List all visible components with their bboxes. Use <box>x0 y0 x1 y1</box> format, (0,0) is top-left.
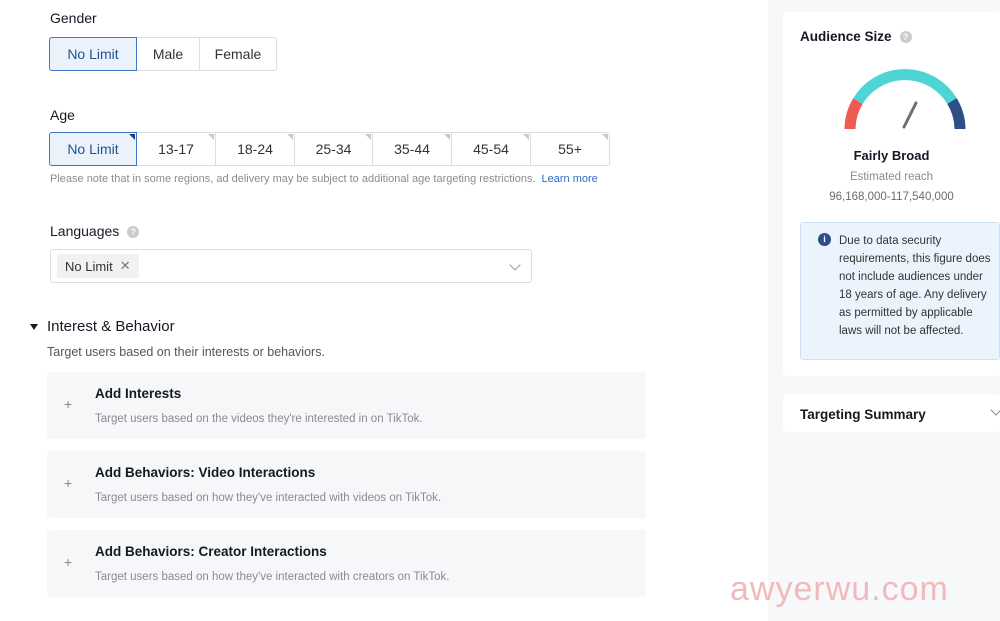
language-tag: No Limit ✕ <box>57 254 139 278</box>
corner-mark-icon <box>444 134 450 140</box>
plus-icon: + <box>64 554 73 570</box>
corner-mark-icon <box>129 134 135 140</box>
languages-select[interactable]: No Limit ✕ <box>50 249 532 283</box>
corner-mark-icon <box>208 134 214 140</box>
card-subtitle: Target users based on how they've intera… <box>95 492 442 504</box>
info-icon: i <box>818 233 831 246</box>
age-restriction-note: Please note that in some regions, ad del… <box>50 173 598 185</box>
audience-level: Fairly Broad <box>853 148 930 163</box>
add-video-interactions-card[interactable]: + Add Behaviors: Video Interactions Targ… <box>47 451 646 518</box>
card-title: Add Behaviors: Video Interactions <box>95 465 316 480</box>
data-security-notice: i Due to data security requirements, thi… <box>800 222 1000 360</box>
chevron-down-icon[interactable] <box>990 404 1000 416</box>
corner-mark-icon <box>523 134 529 140</box>
gender-option-female[interactable]: Female <box>199 37 277 71</box>
learn-more-link[interactable]: Learn more <box>542 173 598 185</box>
interest-behavior-toggle[interactable]: Interest & Behavior <box>30 318 175 335</box>
interest-behavior-title: Interest & Behavior <box>47 318 175 335</box>
audience-size-title-text: Audience Size <box>800 29 892 44</box>
age-option-55-plus[interactable]: 55+ <box>530 132 610 166</box>
age-option-label: 13-17 <box>158 141 194 157</box>
chevron-down-icon[interactable] <box>509 259 521 271</box>
gauge-segment-red <box>844 98 863 130</box>
gauge-needle <box>902 101 918 129</box>
plus-icon: + <box>64 396 73 412</box>
age-option-label: 25-34 <box>315 141 352 157</box>
audience-gauge <box>844 69 966 130</box>
card-subtitle: Target users based on how they've intera… <box>95 571 450 583</box>
age-option-label: No Limit <box>67 141 119 157</box>
age-note-text: Please note that in some regions, ad del… <box>50 173 536 185</box>
estimated-reach-range: 96,168,000-117,540,000 <box>829 191 954 203</box>
gauge-segment-cyan <box>853 69 957 105</box>
caret-down-icon <box>30 323 38 330</box>
plus-icon: + <box>64 475 73 491</box>
card-title: Add Interests <box>95 386 182 401</box>
age-option-label: 45-54 <box>473 141 509 157</box>
targeting-summary-panel[interactable]: Targeting Summary <box>783 394 1000 432</box>
add-interests-card[interactable]: + Add Interests Target users based on th… <box>47 372 646 439</box>
age-option-label: 55+ <box>558 141 582 157</box>
add-creator-interactions-card[interactable]: + Add Behaviors: Creator Interactions Ta… <box>47 530 646 597</box>
age-option-label: 18-24 <box>237 141 273 157</box>
close-icon[interactable]: ✕ <box>120 258 131 274</box>
languages-label: Languages? <box>50 223 140 239</box>
corner-mark-icon <box>287 134 293 140</box>
languages-label-text: Languages <box>50 223 120 239</box>
targeting-summary-title: Targeting Summary <box>800 407 926 422</box>
corner-mark-icon <box>602 134 608 140</box>
age-option-18-24[interactable]: 18-24 <box>215 132 295 166</box>
interest-behavior-subtitle: Target users based on their interests or… <box>47 345 325 359</box>
gender-selector: No Limit Male Female <box>49 37 277 71</box>
audience-size-title: Audience Size? <box>800 29 912 44</box>
help-icon[interactable]: ? <box>127 226 140 238</box>
corner-mark-icon <box>365 134 371 140</box>
age-option-no-limit[interactable]: No Limit <box>49 132 137 166</box>
age-option-13-17[interactable]: 13-17 <box>136 132 216 166</box>
age-label: Age <box>50 107 75 123</box>
estimated-reach-label: Estimated reach <box>849 171 934 183</box>
age-option-45-54[interactable]: 45-54 <box>451 132 531 166</box>
data-security-text: Due to data security requirements, this … <box>839 235 991 337</box>
gauge-segment-navy <box>947 98 966 130</box>
gender-label: Gender <box>50 10 97 26</box>
age-option-35-44[interactable]: 35-44 <box>372 132 452 166</box>
age-option-label: 35-44 <box>394 141 430 157</box>
language-tag-label: No Limit <box>65 258 113 274</box>
card-title: Add Behaviors: Creator Interactions <box>95 544 327 559</box>
watermark: awyerwu.com <box>730 570 949 608</box>
gender-option-no-limit[interactable]: No Limit <box>49 37 137 71</box>
card-subtitle: Target users based on the videos they're… <box>95 413 423 425</box>
age-selector: No Limit 13-17 18-24 25-34 35-44 45-54 5… <box>49 132 610 166</box>
gender-option-male[interactable]: Male <box>136 37 200 71</box>
targeting-form: Gender No Limit Male Female Age No Limit… <box>0 0 768 621</box>
age-option-25-34[interactable]: 25-34 <box>294 132 373 166</box>
help-icon[interactable]: ? <box>899 31 912 43</box>
